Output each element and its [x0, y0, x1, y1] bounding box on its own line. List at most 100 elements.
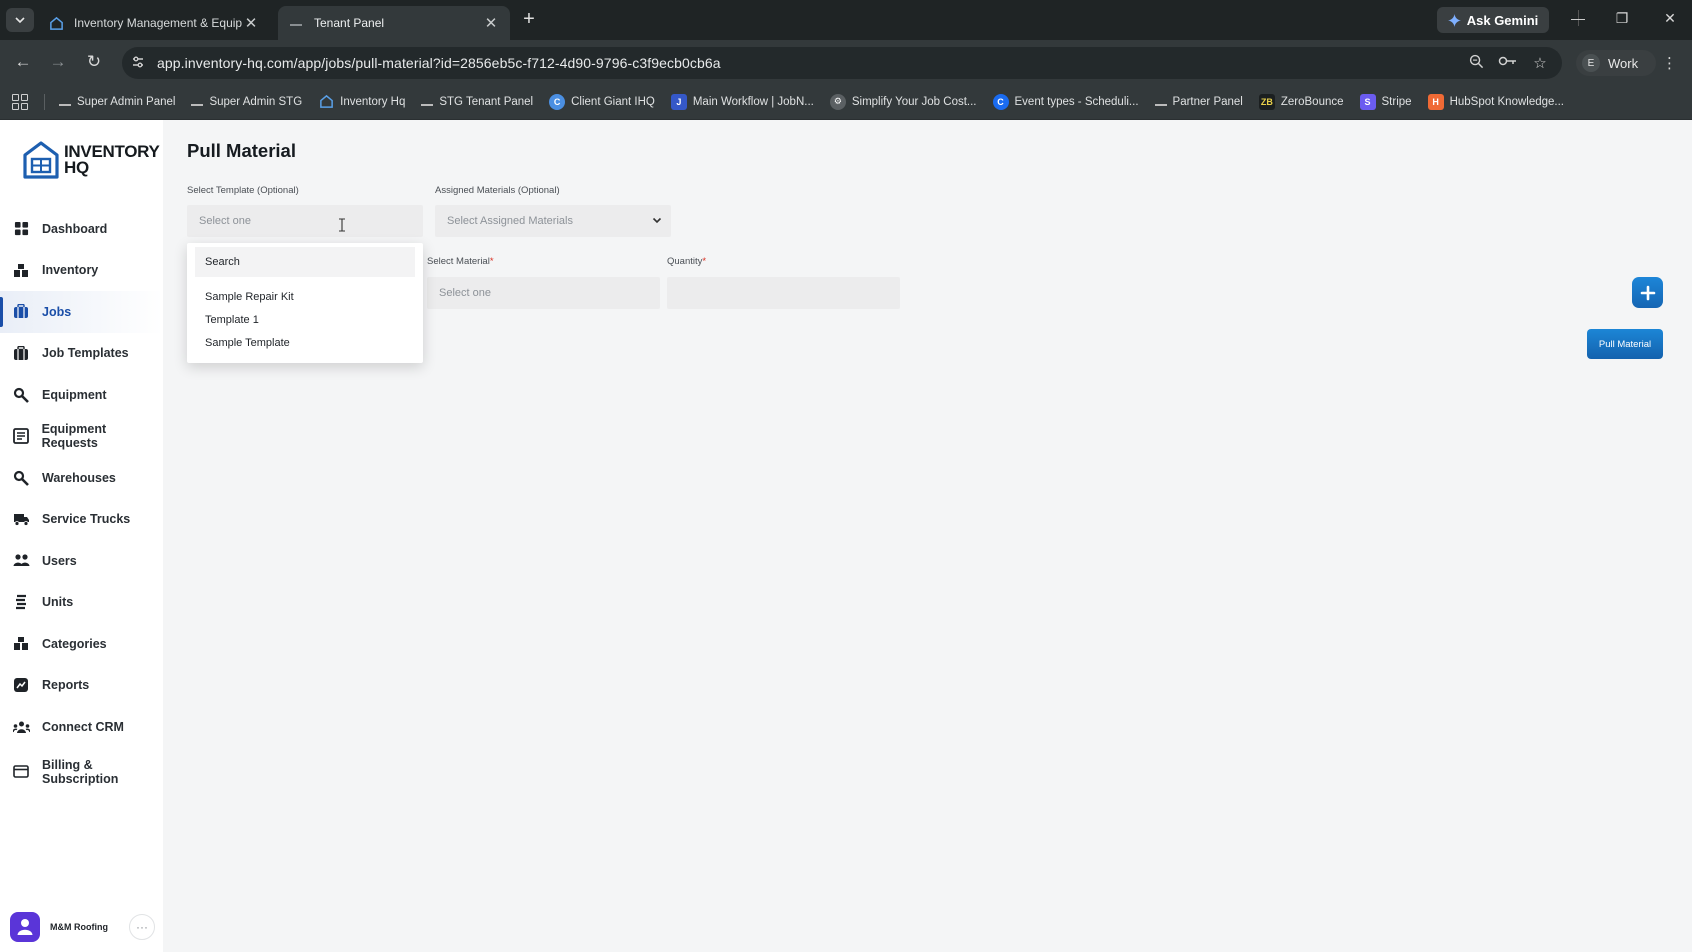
tab-title: Inventory Management & Equipm [74, 16, 242, 30]
site-settings-icon[interactable] [130, 55, 146, 71]
dropdown-option[interactable]: Sample Repair Kit [205, 291, 294, 303]
bookmark-label: Client Giant IHQ [571, 95, 655, 108]
categories-icon [12, 635, 30, 653]
assigned-materials-select[interactable]: Select Assigned Materials [435, 205, 671, 237]
bookmark-client-giant-ihq[interactable]: C Client Giant IHQ [549, 93, 655, 110]
tab-inventory-management[interactable]: Inventory Management & Equipm ✕ [38, 6, 270, 40]
template-select[interactable]: Select one [187, 205, 423, 237]
tab-tenant-panel[interactable]: Tenant Panel ✕ [278, 6, 510, 40]
sidebar-item-reports[interactable]: Reports [0, 665, 163, 707]
password-key-icon[interactable] [1498, 54, 1518, 72]
sidebar-item-inventory[interactable]: Inventory [0, 250, 163, 292]
text-cursor-icon [339, 218, 345, 232]
sidebar-item-users[interactable]: Users [0, 540, 163, 582]
sidebar-item-categories[interactable]: Categories [0, 623, 163, 665]
bookmarks-bar: Super Admin Panel Super Admin STG Invent… [0, 84, 1692, 120]
bookmark-partner-panel[interactable]: Partner Panel [1154, 96, 1243, 108]
new-tab-icon[interactable]: + [518, 8, 540, 32]
gear-icon: ⚙ [829, 93, 846, 110]
sidebar-item-units[interactable]: Units [0, 582, 163, 624]
apps-grid-icon[interactable] [12, 93, 28, 110]
zerobounce-icon: ZB [1258, 93, 1275, 110]
close-window-icon[interactable]: ✕ [1660, 10, 1680, 27]
sidebar-item-service-trucks[interactable]: Service Trucks [0, 499, 163, 541]
reports-icon [12, 676, 30, 694]
sidebar-item-job-templates[interactable]: Job Templates [0, 333, 163, 375]
billing-icon [12, 763, 30, 781]
user-avatar[interactable] [10, 912, 40, 942]
logo-text: INVENTORY HQ [64, 143, 160, 176]
bookmark-super-admin-stg[interactable]: Super Admin STG [191, 96, 302, 108]
browser-tab-bar: Inventory Management & Equipm ✕ Tenant P… [0, 0, 1692, 40]
bookmark-zerobounce[interactable]: ZB ZeroBounce [1258, 93, 1344, 110]
bookmark-favicon-icon [1154, 98, 1167, 106]
bookmark-inventory-hq[interactable]: Inventory Hq [318, 94, 405, 110]
gemini-sparkle-icon [1447, 13, 1461, 27]
sidebar-item-label: Equipment [42, 387, 107, 402]
sidebar-item-dashboard[interactable]: Dashboard [0, 208, 163, 250]
plus-icon [1640, 285, 1655, 300]
profile-button[interactable]: E Work [1576, 50, 1656, 76]
bookmark-stg-tenant-panel[interactable]: STG Tenant Panel [421, 96, 533, 108]
bookmark-event-types[interactable]: C Event types - Scheduli... [992, 93, 1139, 110]
bookmark-favicon-icon [191, 98, 204, 106]
jobs-icon [12, 303, 30, 321]
pull-material-button[interactable]: Pull Material [1587, 329, 1663, 359]
assigned-materials-placeholder: Select Assigned Materials [447, 215, 573, 227]
sidebar-item-label: Connect CRM [42, 719, 124, 734]
add-material-row-button[interactable] [1632, 277, 1663, 308]
quantity-label-text: Quantity [667, 256, 703, 267]
bookmark-super-admin-panel[interactable]: Super Admin Panel [59, 96, 175, 108]
sidebar-nav: Dashboard Inventory Jobs Job Templates E… [0, 208, 163, 796]
inventory-hq-logo[interactable]: INVENTORY HQ [22, 140, 160, 180]
equipment-requests-icon [12, 427, 30, 445]
ask-gemini-label: Ask Gemini [1466, 12, 1539, 28]
zoom-icon[interactable] [1466, 54, 1486, 73]
bookmark-favicon-icon [421, 98, 434, 106]
inventory-icon [12, 261, 30, 279]
job-templates-icon [12, 344, 30, 362]
dropdown-option[interactable]: Template 1 [205, 314, 259, 326]
bookmark-hubspot[interactable]: H HubSpot Knowledge... [1427, 93, 1565, 110]
url-text[interactable]: app.inventory-hq.com/app/jobs/pull-mater… [157, 55, 721, 71]
sidebar-item-equipment[interactable]: Equipment [0, 374, 163, 416]
forward-icon[interactable]: → [47, 51, 69, 73]
close-tab-icon[interactable]: ✕ [482, 14, 500, 32]
more-options-icon[interactable]: ··· [129, 914, 155, 940]
dropdown-search-input[interactable]: Search [195, 247, 415, 277]
account-name: M&M Roofing [50, 922, 108, 932]
restore-icon[interactable]: ❐ [1612, 10, 1632, 27]
quantity-input[interactable] [667, 277, 900, 309]
close-tab-icon[interactable]: ✕ [242, 14, 260, 32]
browser-menu-icon[interactable]: ⋮ [1662, 54, 1677, 72]
stripe-icon: S [1359, 93, 1376, 110]
sidebar-item-label: Categories [42, 636, 107, 651]
sidebar-item-warehouses[interactable]: Warehouses [0, 457, 163, 499]
minimize-icon[interactable]: — [1568, 10, 1588, 26]
bookmark-label: Stripe [1381, 95, 1412, 108]
tab-search-button[interactable] [6, 8, 34, 32]
jobnimbus-icon: J [670, 93, 687, 110]
reload-icon[interactable]: ↻ [83, 51, 105, 73]
inventory-hq-favicon-icon [48, 15, 64, 31]
sidebar-item-billing-subscription[interactable]: Billing & Subscription [0, 748, 163, 796]
select-material-field[interactable]: Select one [427, 277, 660, 309]
sidebar-item-jobs[interactable]: Jobs [0, 291, 163, 333]
bookmark-label: HubSpot Knowledge... [1449, 95, 1565, 108]
tenant-panel-favicon-icon [288, 15, 304, 31]
bookmark-label: Simplify Your Job Cost... [851, 95, 977, 108]
bookmark-favicon-icon [59, 98, 71, 106]
sidebar-item-equipment-requests[interactable]: Equipment Requests [0, 416, 163, 458]
sidebar-item-label: Dashboard [42, 221, 108, 236]
back-icon[interactable]: ← [12, 51, 34, 73]
dropdown-option[interactable]: Sample Template [205, 337, 290, 349]
bookmark-stripe[interactable]: S Stripe [1359, 93, 1412, 110]
account-bar[interactable]: M&M Roofing ··· [10, 910, 155, 944]
bookmark-main-workflow[interactable]: J Main Workflow | JobN... [670, 93, 814, 110]
ask-gemini-button[interactable]: Ask Gemini [1437, 7, 1549, 33]
sidebar-item-connect-crm[interactable]: Connect CRM [0, 706, 163, 748]
bookmark-simplify-job-cost[interactable]: ⚙ Simplify Your Job Cost... [829, 93, 977, 110]
bookmark-star-icon[interactable]: ☆ [1530, 54, 1550, 72]
page-title: Pull Material [187, 140, 296, 161]
house-icon [318, 94, 334, 110]
